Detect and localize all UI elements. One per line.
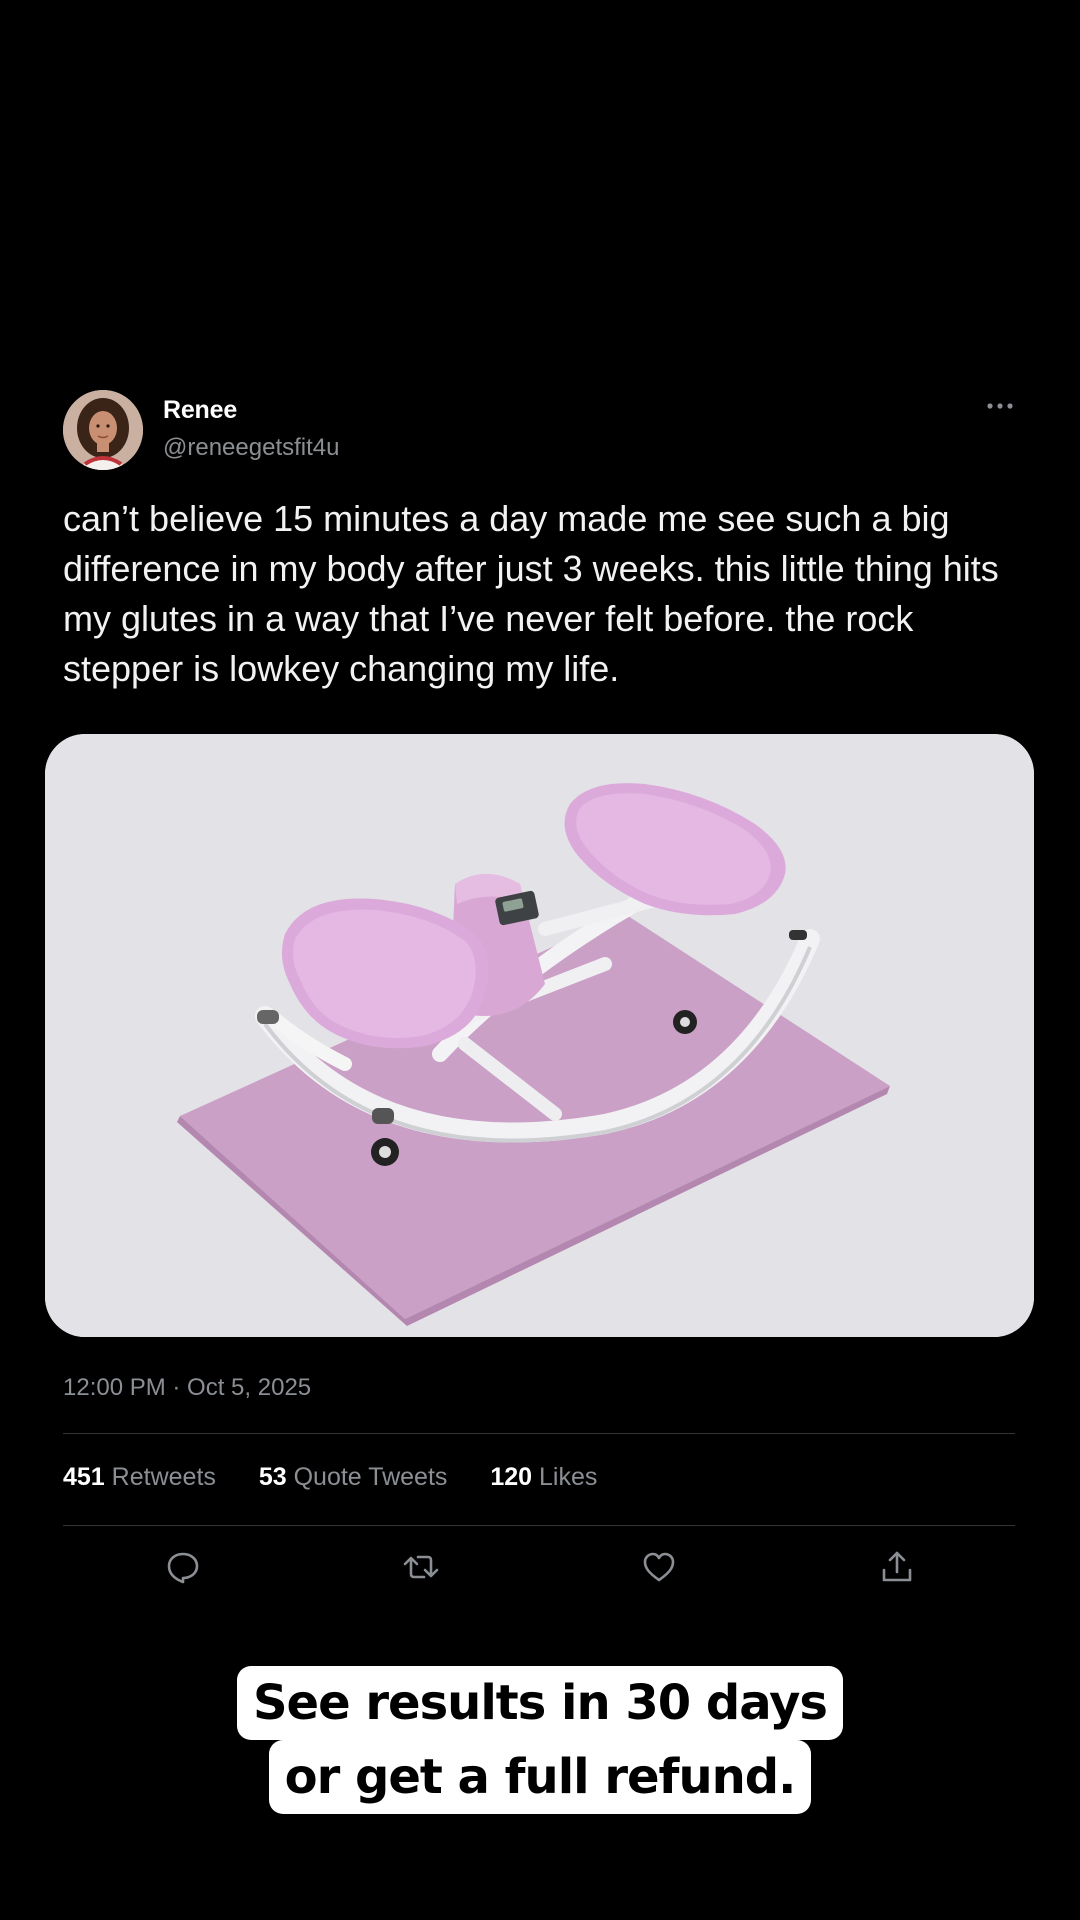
quote-tweets-count: 53 (258, 1463, 287, 1491)
retweets-stat[interactable]: 451 Retweets (63, 1463, 216, 1492)
more-options-icon[interactable] (984, 394, 1016, 418)
divider (63, 1433, 1015, 1434)
retweets-label: Retweets (111, 1463, 216, 1491)
tweet-text: can’t believe 15 minutes a day made me s… (63, 498, 999, 689)
caption-line-1: See results in 30 days (236, 1666, 843, 1740)
rock-stepper-product-image (45, 734, 1034, 1337)
tweet-card: Renee @reneegetsfit4u can’t believe 15 m… (0, 0, 1080, 1920)
quote-tweets-stat[interactable]: 53 Quote Tweets (259, 1463, 448, 1492)
retweet-icon[interactable] (397, 1543, 445, 1591)
user-handle[interactable]: @reneegetsfit4u (163, 434, 339, 462)
likes-count: 120 (490, 1463, 533, 1491)
retweets-count: 451 (63, 1463, 105, 1491)
tweet-stats: 451 Retweets 53 Quote Tweets 120 Likes (63, 1463, 633, 1492)
display-name[interactable]: Renee (163, 396, 237, 425)
divider (63, 1525, 1015, 1526)
tweet-actions (63, 1543, 1015, 1591)
likes-stat[interactable]: 120 Likes (490, 1463, 597, 1492)
tweet-timestamp: 12:00 PM · Oct 5, 2025 (63, 1374, 312, 1401)
promo-caption: See results in 30 days or get a full ref… (0, 1666, 1080, 1814)
caption-line-2: or get a full refund. (268, 1740, 812, 1814)
reply-icon[interactable] (159, 1543, 207, 1591)
likes-label: Likes (539, 1463, 598, 1491)
share-icon[interactable] (873, 1543, 921, 1591)
like-icon[interactable] (635, 1543, 683, 1591)
avatar[interactable] (63, 390, 143, 470)
quote-tweets-label: Quote Tweets (293, 1463, 448, 1491)
avatar-image (63, 390, 143, 470)
tweet-media-image[interactable] (45, 734, 1034, 1337)
